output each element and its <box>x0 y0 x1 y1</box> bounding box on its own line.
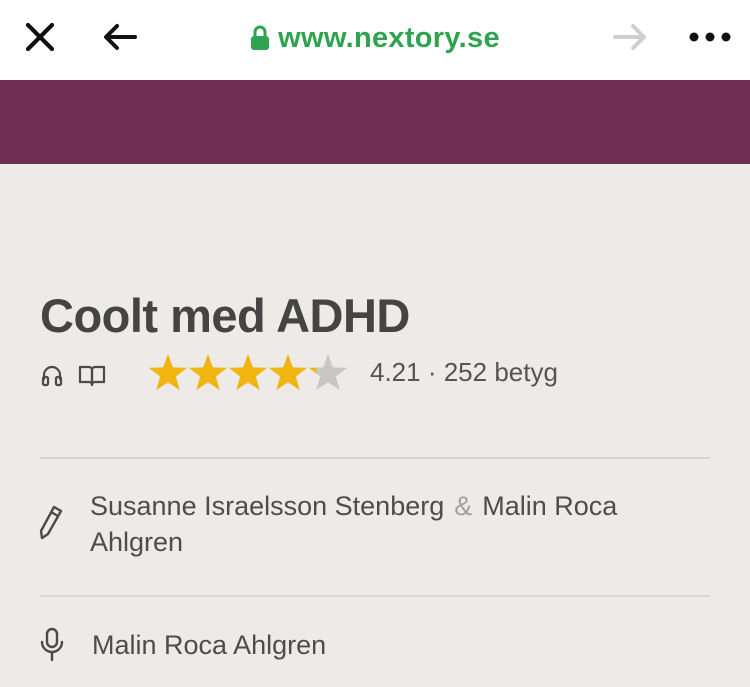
more-options-button[interactable] <box>686 15 734 59</box>
more-horizontal-icon <box>689 32 731 42</box>
arrow-left-icon <box>104 24 137 50</box>
microphone-icon <box>40 627 64 662</box>
author-separator: & <box>454 491 473 521</box>
headphones-icon <box>41 365 63 387</box>
star-icon <box>228 354 268 391</box>
divider <box>40 457 710 459</box>
book-open-icon <box>78 365 106 387</box>
browser-toolbar: www.nextory.se <box>0 0 750 80</box>
lock-icon <box>251 25 270 50</box>
format-icons <box>40 360 106 390</box>
star-icon <box>268 354 308 391</box>
author-link[interactable]: Susanne Israelsson Stenberg <box>90 491 444 521</box>
close-icon <box>25 22 55 52</box>
arrow-right-icon <box>613 24 646 50</box>
star-icon <box>148 354 188 391</box>
close-button[interactable] <box>18 15 62 59</box>
book-title: Coolt med ADHD <box>40 289 410 342</box>
url-text: www.nextory.se <box>278 21 500 54</box>
star-icon <box>188 354 228 391</box>
address-bar[interactable]: www.nextory.se <box>230 18 520 58</box>
pencil-icon <box>39 505 63 540</box>
narrator-link[interactable]: Malin Roca Ahlgren <box>92 630 326 661</box>
book-details: Coolt med ADHD 4.21 · 252 betyg Susanne … <box>0 164 750 687</box>
back-button[interactable] <box>98 15 142 59</box>
star-rating <box>148 352 348 394</box>
divider <box>40 595 710 597</box>
forward-button[interactable] <box>608 15 652 59</box>
star-icon <box>308 354 348 391</box>
authors: Susanne Israelsson Stenberg & Malin Roca A… <box>90 488 690 560</box>
site-header-banner <box>0 80 750 164</box>
rating-summary: 4.21 · 252 betyg <box>370 357 558 387</box>
